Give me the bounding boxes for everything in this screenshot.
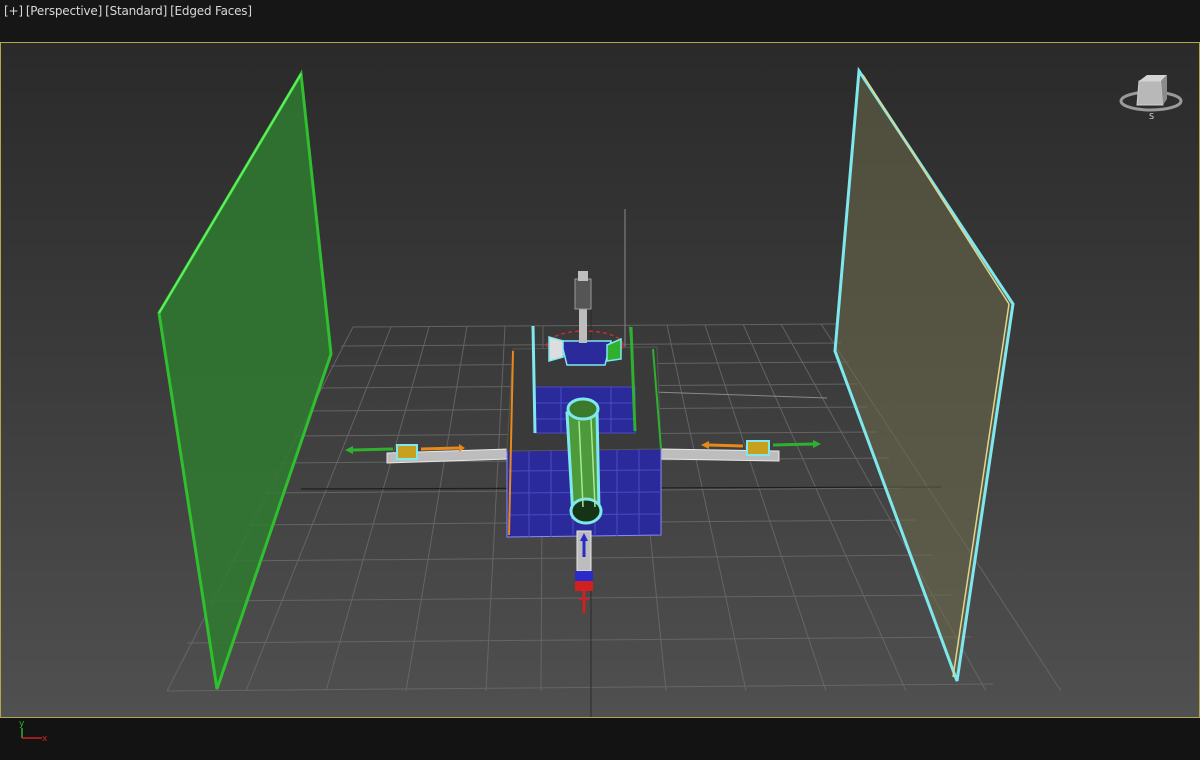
left-rail[interactable]: [345, 444, 510, 464]
bottom-post[interactable]: [575, 530, 593, 613]
left-plane[interactable]: [157, 69, 333, 690]
axis-y-label: y: [19, 719, 25, 729]
right-plane[interactable]: [833, 66, 1015, 682]
viewport-display-menu[interactable]: [Edged Faces]: [170, 4, 252, 18]
viewport-shading-menu[interactable]: [Standard]: [105, 4, 167, 18]
viewport-label-bar: [+] [Perspective] [Standard] [Edged Face…: [0, 0, 1200, 42]
scene-canvas[interactable]: [1, 43, 1199, 717]
perspective-viewport[interactable]: S: [0, 42, 1200, 718]
viewport-window: [+] [Perspective] [Standard] [Edged Face…: [0, 0, 1200, 760]
viewport-label-menu: [+] [Perspective] [Standard] [Edged Face…: [4, 4, 252, 18]
tube-cylinder[interactable]: [565, 397, 603, 525]
viewport-point-of-view-menu[interactable]: [Perspective]: [26, 4, 102, 18]
viewport-bottom-bar: [0, 718, 1200, 760]
right-rail[interactable]: [660, 440, 821, 462]
axis-x-label: x: [42, 734, 48, 744]
viewport-general-menu[interactable]: [+]: [4, 4, 23, 18]
top-post[interactable]: [574, 271, 592, 343]
axis-tripod-icon: y x: [19, 719, 48, 744]
viewcube-icon[interactable]: S: [1117, 69, 1185, 121]
viewcube-compass-label: S: [1149, 112, 1154, 121]
